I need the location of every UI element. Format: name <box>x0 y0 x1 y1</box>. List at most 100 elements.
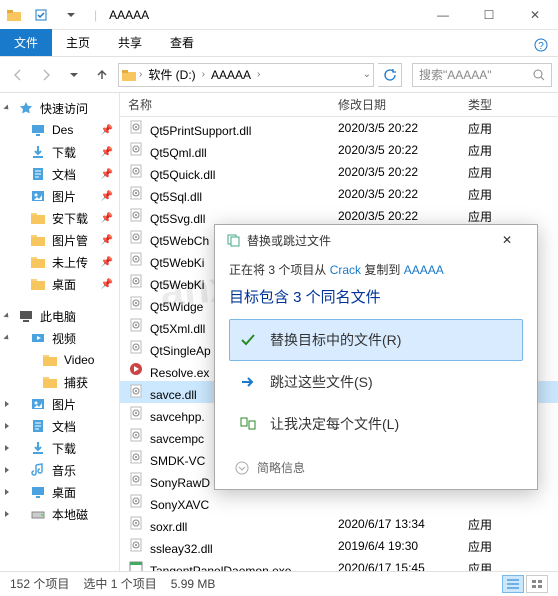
qat-properties-icon[interactable] <box>30 4 52 26</box>
ribbon-tab-file[interactable]: 文件 <box>0 29 52 56</box>
folder-icon <box>30 232 46 248</box>
sidebar-quick-access[interactable]: 快速访问 <box>0 97 119 119</box>
file-row[interactable]: Qt5Qml.dll2020/3/5 20:22应用 <box>120 139 558 161</box>
col-name[interactable]: 名称 <box>120 96 330 113</box>
dll-icon <box>128 427 144 443</box>
download-icon <box>30 440 46 456</box>
dll-icon <box>128 119 144 135</box>
nav-back-button[interactable] <box>6 63 30 87</box>
dialog-opt-decide[interactable]: 让我决定每个文件(L) <box>229 403 523 445</box>
breadcrumb[interactable]: › 软件 (D:) › AAAAA › ⌄ <box>118 63 374 87</box>
file-row[interactable]: ssleay32.dll2019/6/4 19:30应用 <box>120 535 558 557</box>
folder-icon <box>6 7 22 23</box>
replace-dialog: 替换或跳过文件 ✕ 正在将 3 个项目从 Crack 复制到 AAAAA 目标包… <box>214 224 538 490</box>
sidebar-item[interactable]: 视频 <box>0 327 119 349</box>
file-row[interactable]: Qt5PrintSupport.dll2020/3/5 20:22应用 <box>120 117 558 139</box>
search-placeholder: 搜索"AAAAA" <box>419 66 492 83</box>
svg-text:?: ? <box>538 41 544 52</box>
check-icon <box>238 330 258 350</box>
dialog-opt-skip[interactable]: 跳过这些文件(S) <box>229 361 523 403</box>
sidebar-item[interactable]: 安下载📌 <box>0 207 119 229</box>
pic-icon <box>30 188 46 204</box>
view-icons-button[interactable] <box>526 575 548 593</box>
titlebar-separator: | <box>94 8 97 22</box>
chevron-right-icon[interactable]: › <box>139 69 142 80</box>
dll-icon <box>128 141 144 157</box>
music-icon <box>30 462 46 478</box>
dll-icon <box>128 163 144 179</box>
qat-dropdown-icon[interactable] <box>60 4 82 26</box>
status-size: 5.99 MB <box>171 577 216 591</box>
sidebar-item[interactable]: 图片 <box>0 393 119 415</box>
col-type[interactable]: 类型 <box>460 96 558 113</box>
sidebar-item[interactable]: 桌面📌 <box>0 273 119 295</box>
status-selected: 选中 1 个项目 <box>83 575 156 592</box>
sidebar-item[interactable]: 图片📌 <box>0 185 119 207</box>
sidebar-item[interactable]: 本地磁 <box>0 503 119 525</box>
ribbon-tab-view[interactable]: 查看 <box>156 29 208 56</box>
nav-up-button[interactable] <box>90 63 114 87</box>
navbar: › 软件 (D:) › AAAAA › ⌄ 搜索"AAAAA" <box>0 57 558 93</box>
sidebar-item[interactable]: Video <box>0 349 119 371</box>
exe-icon <box>128 361 144 377</box>
breadcrumb-seg-folder[interactable]: AAAAA <box>207 68 255 82</box>
sidebar-item[interactable]: 文档 <box>0 415 119 437</box>
dll-icon <box>128 185 144 201</box>
exe-icon <box>128 559 144 572</box>
chevron-right-icon[interactable]: › <box>257 69 260 80</box>
col-date[interactable]: 修改日期 <box>330 96 460 113</box>
chevron-right-icon[interactable]: › <box>202 69 205 80</box>
copy-icon <box>225 232 241 248</box>
nav-recent-button[interactable] <box>62 63 86 87</box>
dll-icon <box>128 537 144 553</box>
refresh-button[interactable] <box>378 63 402 87</box>
dialog-more-details[interactable]: 简略信息 <box>229 459 523 476</box>
sidebar-item[interactable]: 未上传📌 <box>0 251 119 273</box>
sidebar-item[interactable]: 图片管📌 <box>0 229 119 251</box>
file-row[interactable]: soxr.dll2020/6/17 13:34应用 <box>120 513 558 535</box>
search-input[interactable]: 搜索"AAAAA" <box>412 63 552 87</box>
dll-icon <box>128 317 144 333</box>
folder-icon <box>30 276 46 292</box>
sidebar-this-pc[interactable]: 此电脑 <box>0 305 119 327</box>
maximize-button[interactable]: ☐ <box>466 0 512 30</box>
file-row[interactable]: SonyXAVC <box>120 491 558 513</box>
search-icon <box>533 69 545 81</box>
dialog-opt-replace[interactable]: 替换目标中的文件(R) <box>229 319 523 361</box>
sidebar[interactable]: 快速访问Des📌下载📌文档📌图片📌安下载📌图片管📌未上传📌桌面📌 此电脑视频Vid… <box>0 93 120 571</box>
breadcrumb-seg-drive[interactable]: 软件 (D:) <box>144 66 199 83</box>
dialog-title: 替换或跳过文件 <box>247 232 331 249</box>
sidebar-item[interactable]: 捕获 <box>0 371 119 393</box>
nav-forward-button[interactable] <box>34 63 58 87</box>
download-icon <box>30 144 46 160</box>
dll-icon <box>128 295 144 311</box>
dll-icon <box>128 339 144 355</box>
skip-icon <box>238 372 258 392</box>
ribbon-help-icon[interactable]: ? <box>524 34 558 56</box>
file-row[interactable]: Qt5Sql.dll2020/3/5 20:22应用 <box>120 183 558 205</box>
sidebar-item[interactable]: 下载📌 <box>0 141 119 163</box>
sidebar-item[interactable]: 文档📌 <box>0 163 119 185</box>
doc-icon <box>30 166 46 182</box>
view-details-button[interactable] <box>502 575 524 593</box>
star-icon <box>18 100 34 116</box>
sidebar-item[interactable]: 下载 <box>0 437 119 459</box>
breadcrumb-history-icon[interactable]: ⌄ <box>363 69 371 80</box>
file-row[interactable]: Qt5Quick.dll2020/3/5 20:22应用 <box>120 161 558 183</box>
sidebar-item[interactable]: Des📌 <box>0 119 119 141</box>
dialog-close-button[interactable]: ✕ <box>487 225 527 255</box>
dialog-heading: 目标包含 3 个同名文件 <box>229 286 523 307</box>
sidebar-item[interactable]: 桌面 <box>0 481 119 503</box>
status-count: 152 个项目 <box>10 575 69 592</box>
disk-icon <box>30 506 46 522</box>
ribbon-tab-share[interactable]: 共享 <box>104 29 156 56</box>
ribbon-tab-home[interactable]: 主页 <box>52 29 104 56</box>
minimize-button[interactable]: — <box>420 0 466 30</box>
sidebar-item[interactable]: 音乐 <box>0 459 119 481</box>
folder-icon <box>42 352 58 368</box>
dll-icon <box>128 493 144 509</box>
close-button[interactable]: ✕ <box>512 0 558 30</box>
file-row[interactable]: TangentPanelDaemon.exe2020/6/17 15:45应用 <box>120 557 558 571</box>
desktop-icon <box>30 122 46 138</box>
dll-icon <box>128 405 144 421</box>
